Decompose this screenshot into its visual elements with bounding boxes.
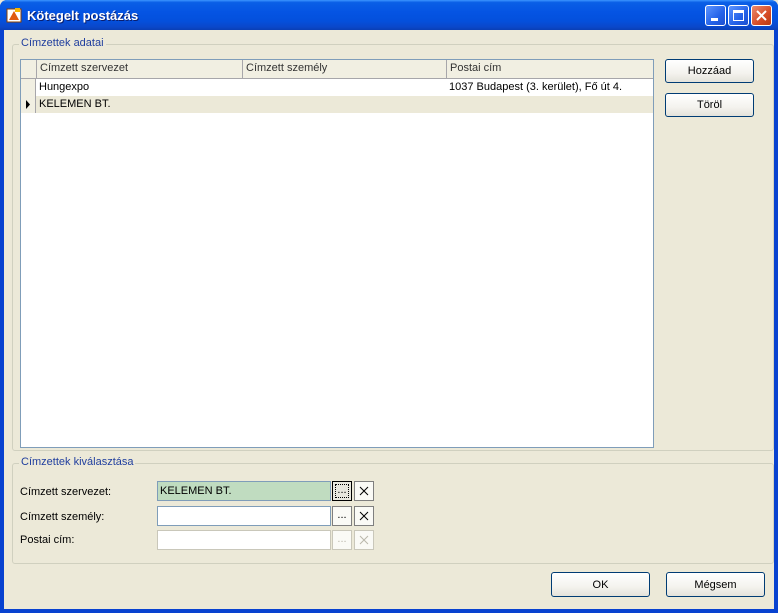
selection-group-label: Címzettek kiválasztása [19,456,136,468]
current-row-arrow-icon [26,100,30,109]
delete-button[interactable]: Töröl [665,93,754,117]
recipients-grid[interactable]: Címzett szervezet Címzett személy Postai… [20,59,654,448]
address-label: Postai cím: [20,534,75,546]
minimize-icon [711,18,718,21]
clear-icon [359,511,369,521]
column-header-person[interactable]: Címzett személy [243,60,447,78]
table-row[interactable]: KELEMEN BT. [21,96,653,113]
add-button[interactable]: Hozzáad [665,59,754,83]
window-title: Kötegelt postázás [27,8,139,23]
table-row[interactable]: Hungexpo 1037 Budapest (3. kerület), Fő … [21,79,653,96]
row-header-corner [21,60,37,78]
organization-browse-button[interactable]: ... [332,481,352,501]
column-header-organization[interactable]: Címzett szervezet [37,60,243,78]
clear-icon [359,535,369,545]
organization-label: Címzett szervezet: [20,486,112,498]
minimize-button[interactable] [705,5,726,26]
grid-header: Címzett szervezet Címzett személy Postai… [21,60,653,79]
address-browse-button: ... [332,530,352,550]
ok-button[interactable]: OK [551,572,650,597]
recipients-group-label: Címzettek adatai [19,37,106,49]
column-header-address[interactable]: Postai cím [447,60,653,78]
organization-field[interactable]: KELEMEN BT. [157,481,331,501]
person-browse-button[interactable]: ... [332,506,352,526]
maximize-button[interactable] [728,5,749,26]
row-header[interactable] [21,79,36,96]
cell-address[interactable]: 1037 Budapest (3. kerület), Fő út 4. [447,79,653,96]
address-clear-button [354,530,374,550]
row-header[interactable] [21,96,36,113]
cell-organization[interactable]: Hungexpo [37,79,243,96]
person-field[interactable] [157,506,331,526]
address-field [157,530,331,550]
person-label: Címzett személy: [20,511,105,523]
close-icon [756,10,767,21]
clear-icon [359,486,369,496]
title-bar[interactable]: Kötegelt postázás [0,0,778,30]
cell-address[interactable] [447,96,653,113]
close-button[interactable] [751,5,772,26]
organization-clear-button[interactable] [354,481,374,501]
cell-organization[interactable]: KELEMEN BT. [37,96,243,113]
app-icon [6,8,22,23]
dialog-window: Kötegelt postázás Címzettek adatai Címze… [0,0,778,613]
selection-group: Címzettek kiválasztása [12,456,774,564]
cell-person[interactable] [243,79,447,96]
cancel-button[interactable]: Mégsem [666,572,765,597]
maximize-icon [733,10,744,21]
person-clear-button[interactable] [354,506,374,526]
cell-person[interactable] [243,96,447,113]
dialog-body: Címzettek adatai Címzett szervezet Címze… [4,30,774,609]
